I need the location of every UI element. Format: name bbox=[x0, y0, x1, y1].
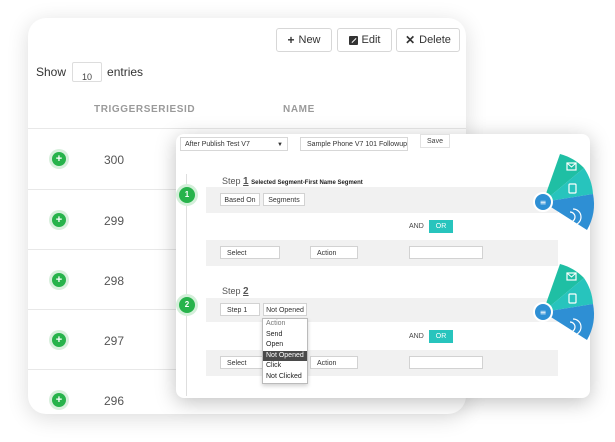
step-1-badge: 1 bbox=[179, 187, 195, 203]
dropdown-option[interactable]: Open bbox=[263, 340, 307, 351]
row-id: 296 bbox=[104, 394, 125, 408]
menu-icon: ≡ bbox=[540, 198, 547, 207]
action-field[interactable]: Action bbox=[310, 356, 358, 369]
select-field[interactable]: Select bbox=[220, 246, 280, 259]
and-option[interactable]: AND bbox=[409, 333, 424, 340]
selected-segment-text: Selected Segment-First Name Segment bbox=[251, 180, 363, 186]
dropdown-option-selected[interactable]: Not Opened bbox=[263, 350, 307, 362]
edit-button[interactable]: Edit bbox=[337, 28, 392, 52]
trigger-select[interactable]: After Publish Test V7 ▼ bbox=[180, 137, 288, 151]
radial-action-menu-step-2: ≡ bbox=[533, 264, 594, 340]
radial-action-menu-step-1: ≡ bbox=[533, 154, 594, 230]
edit-icon bbox=[348, 35, 358, 45]
save-button[interactable]: Save bbox=[420, 134, 450, 148]
dropdown-option[interactable]: Click bbox=[263, 361, 307, 372]
row-id: 298 bbox=[104, 274, 125, 288]
dropdown-option[interactable]: Not Clicked bbox=[263, 372, 307, 383]
expand-row-icon[interactable]: + bbox=[52, 213, 66, 227]
close-icon: ✕ bbox=[405, 33, 416, 47]
step-2-title: Step 2 bbox=[222, 286, 249, 297]
action-value-input[interactable] bbox=[409, 246, 483, 259]
step-word: Step bbox=[222, 176, 241, 186]
plus-icon: + bbox=[287, 33, 295, 47]
or-button[interactable]: OR bbox=[429, 330, 453, 343]
entries-control: Show 10 entries bbox=[36, 62, 143, 82]
row-id: 300 bbox=[104, 153, 125, 167]
column-header-triggerseriesid[interactable]: TRIGGERSERIESID bbox=[94, 104, 195, 115]
menu-icon: ≡ bbox=[540, 308, 547, 317]
dropdown-option[interactable]: Send bbox=[263, 330, 307, 341]
step-select[interactable]: Step 1 bbox=[220, 303, 260, 316]
step-1-title: Step 1 Selected Segment-First Name Segme… bbox=[222, 176, 363, 187]
and-option[interactable]: AND bbox=[409, 223, 424, 230]
edit-button-label: Edit bbox=[361, 34, 381, 46]
entries-select[interactable]: 10 bbox=[72, 62, 103, 82]
action-field[interactable]: Action bbox=[310, 246, 358, 259]
row-id: 297 bbox=[104, 334, 125, 348]
expand-row-icon[interactable]: + bbox=[52, 333, 66, 347]
step-number: 1 bbox=[243, 176, 249, 187]
status-select[interactable]: Not Opened bbox=[263, 303, 307, 316]
entries-label: entries bbox=[107, 65, 144, 79]
chevron-down-icon: ▼ bbox=[277, 142, 283, 148]
expand-row-icon[interactable]: + bbox=[52, 273, 66, 287]
step-number: 2 bbox=[243, 286, 249, 297]
show-label: Show bbox=[36, 65, 67, 79]
new-button[interactable]: + New bbox=[276, 28, 332, 52]
dropdown-option[interactable]: Action bbox=[263, 319, 307, 330]
status-dropdown-menu: Action Send Open Not Opened Click Not Cl… bbox=[262, 318, 308, 384]
based-on-button[interactable]: Based On bbox=[220, 193, 260, 206]
trigger-select-value: After Publish Test V7 bbox=[185, 141, 250, 148]
action-value-input[interactable] bbox=[409, 356, 483, 369]
step-word: Step bbox=[222, 286, 241, 296]
column-header-name[interactable]: NAME bbox=[283, 104, 315, 115]
delete-button-label: Delete bbox=[419, 34, 451, 46]
expand-row-icon[interactable]: + bbox=[52, 152, 66, 166]
segments-button[interactable]: Segments bbox=[263, 193, 305, 206]
step-connector-line bbox=[186, 174, 187, 396]
step-2-badge: 2 bbox=[179, 297, 195, 313]
series-name-input[interactable]: Sample Phone V7 101 Followup bbox=[300, 137, 408, 151]
expand-row-icon[interactable]: + bbox=[52, 393, 66, 407]
new-button-label: New bbox=[298, 34, 321, 46]
row-id: 299 bbox=[104, 214, 125, 228]
or-button[interactable]: OR bbox=[429, 220, 453, 233]
delete-button[interactable]: ✕ Delete bbox=[396, 28, 460, 52]
